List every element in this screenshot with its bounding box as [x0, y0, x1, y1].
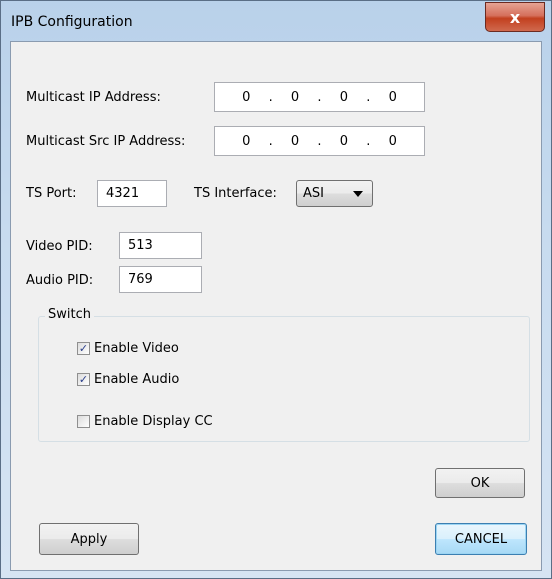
enable-audio-label: Enable Audio: [94, 372, 180, 387]
chevron-down-icon: [353, 191, 363, 197]
multicast-ip-label: Multicast IP Address:: [26, 90, 161, 105]
enable-display-cc-label: Enable Display CC: [94, 414, 213, 429]
enable-video-label: Enable Video: [94, 341, 179, 356]
ip-dot: .: [366, 89, 371, 105]
ipb-configuration-window: IPB Configuration x Multicast IP Address…: [0, 0, 552, 579]
multicast-src-ip-field[interactable]: 0 . 0 . 0 . 0: [214, 126, 425, 156]
ok-button[interactable]: OK: [435, 468, 525, 498]
checkbox-unchecked-icon: [77, 415, 90, 428]
cancel-button[interactable]: CANCEL: [435, 523, 527, 555]
dialog-client-area: Multicast IP Address: 0 . 0 . 0 . 0 Mult…: [10, 41, 542, 571]
ts-port-input[interactable]: 4321: [97, 180, 167, 207]
checkbox-checked-icon: ✓: [77, 342, 90, 355]
checkbox-checked-icon: ✓: [77, 373, 90, 386]
title-bar[interactable]: IPB Configuration x: [1, 1, 551, 41]
video-pid-input[interactable]: 513: [119, 232, 202, 259]
ip-octet: 0: [339, 89, 349, 105]
ip-octet: 0: [339, 133, 349, 149]
apply-button-label: Apply: [70, 531, 108, 547]
ip-dot: .: [268, 133, 273, 149]
ip-octet: 0: [242, 89, 251, 105]
enable-display-cc-checkbox[interactable]: Enable Display CC: [77, 414, 213, 429]
window-title: IPB Configuration: [11, 14, 133, 30]
ip-octet: 0: [290, 133, 300, 149]
multicast-src-ip-label: Multicast Src IP Address:: [26, 134, 186, 149]
close-icon: x: [509, 7, 521, 27]
ts-interface-select[interactable]: ASI: [296, 180, 373, 207]
ts-interface-label: TS Interface:: [194, 186, 277, 201]
video-pid-label: Video PID:: [26, 239, 93, 254]
ts-interface-value: ASI: [303, 186, 324, 201]
multicast-ip-field[interactable]: 0 . 0 . 0 . 0: [214, 82, 425, 112]
ts-port-label: TS Port:: [26, 186, 77, 201]
ip-dot: .: [317, 89, 322, 105]
apply-button[interactable]: Apply: [39, 523, 139, 555]
ip-dot: .: [317, 133, 322, 149]
ip-octet: 0: [388, 133, 397, 149]
enable-video-checkbox[interactable]: ✓ Enable Video: [77, 341, 179, 356]
switch-group-title: Switch: [45, 307, 94, 322]
ip-octet: 0: [388, 89, 397, 105]
video-pid-value: 513: [128, 238, 153, 253]
ip-octet: 0: [242, 133, 251, 149]
ip-dot: .: [268, 89, 273, 105]
enable-audio-checkbox[interactable]: ✓ Enable Audio: [77, 372, 179, 387]
audio-pid-value: 769: [128, 272, 153, 287]
close-button[interactable]: x: [485, 2, 545, 32]
audio-pid-label: Audio PID:: [26, 273, 94, 288]
switch-groupbox: Switch ✓ Enable Video ✓ Enable Audio Ena…: [38, 307, 530, 442]
ip-dot: .: [366, 133, 371, 149]
ts-port-value: 4321: [106, 186, 140, 201]
ip-octet: 0: [290, 89, 300, 105]
ok-button-label: OK: [470, 475, 490, 491]
cancel-button-label: CANCEL: [454, 531, 508, 547]
audio-pid-input[interactable]: 769: [119, 266, 202, 293]
